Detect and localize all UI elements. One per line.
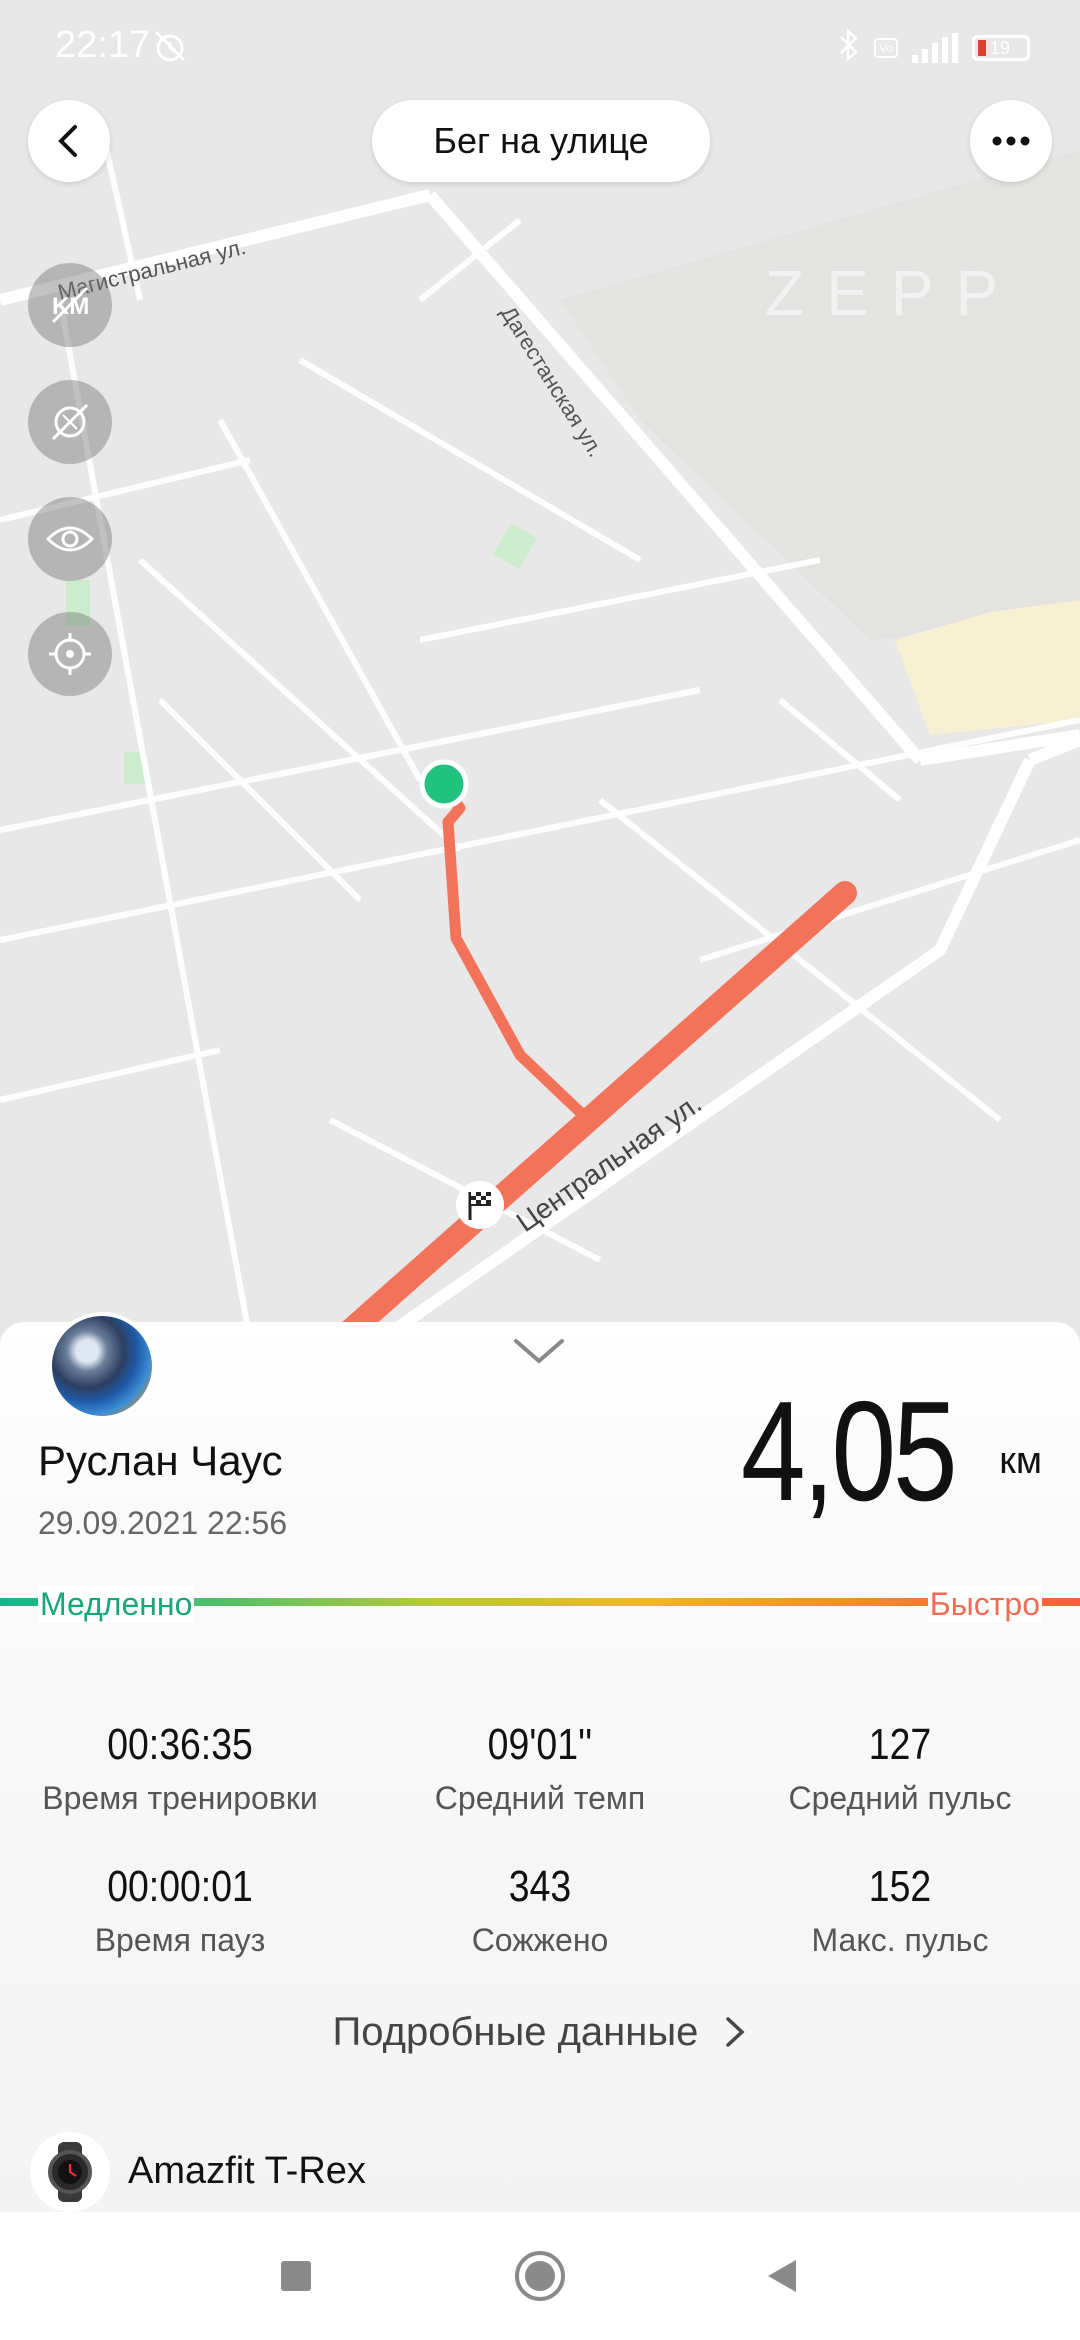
stat-label: Средний пульс — [788, 1780, 1012, 1816]
details-link-label: Подробные данные — [332, 2010, 699, 2054]
start-marker — [419, 759, 469, 809]
details-link[interactable]: Подробные данные — [0, 2010, 1080, 2055]
distance-value: 4,05 — [740, 1372, 957, 1531]
activity-title[interactable]: Бег на улице — [372, 100, 710, 182]
square-icon — [281, 2261, 311, 2291]
stat-calories: 343 Сожжено — [360, 1862, 720, 1959]
locate-button[interactable] — [28, 612, 112, 696]
stat-max-heart-rate: 152 Макс. пульс — [720, 1862, 1080, 1959]
stat-value: 152 — [868, 1862, 932, 1911]
avatar[interactable] — [48, 1312, 156, 1420]
more-icon — [992, 136, 1030, 146]
bluetooth-icon — [838, 28, 860, 68]
stat-label: Время пауз — [94, 1922, 266, 1958]
stat-avg-pace: 09'01'' Средний темп — [360, 1720, 720, 1817]
signal-icon — [912, 33, 958, 63]
finish-flag-icon — [456, 1181, 504, 1229]
collapse-chevron-icon[interactable] — [512, 1335, 566, 1370]
stat-value: 00:36:35 — [107, 1720, 253, 1769]
crosshair-icon — [49, 633, 91, 675]
stat-workout-time: 00:36:35 Время тренировки — [0, 1720, 360, 1817]
pace-fast-label: Быстро — [927, 1586, 1042, 1623]
back-arrow-icon — [58, 125, 77, 157]
stat-avg-heart-rate: 127 Средний пульс — [720, 1720, 1080, 1817]
zepp-watermark: ZEPP — [765, 257, 1020, 329]
distance-unit: км — [999, 1440, 1042, 1482]
stat-label: Средний темп — [434, 1780, 646, 1816]
chevron-right-icon — [726, 2017, 746, 2047]
pace-slow-label: Медленно — [38, 1586, 195, 1623]
status-time: 22:17 — [55, 24, 151, 66]
recents-button[interactable] — [266, 2246, 326, 2306]
route-map[interactable]: Магистральная ул. Дагестанская ул. Центр… — [0, 0, 1080, 1340]
back-button[interactable] — [28, 100, 110, 182]
user-name: Руслан Чаус — [38, 1437, 283, 1484]
stat-value: 127 — [868, 1720, 932, 1769]
battery-level: 19 — [990, 37, 1011, 58]
triangle-back-icon — [768, 2260, 796, 2292]
stat-value: 09'01'' — [487, 1720, 593, 1769]
stat-label: Сожжено — [471, 1922, 609, 1958]
circle-icon — [515, 2251, 565, 2301]
visibility-toggle[interactable] — [28, 497, 112, 581]
eye-icon — [45, 526, 95, 552]
system-nav-bar — [0, 2212, 1080, 2340]
stat-label: Время тренировки — [42, 1780, 318, 1816]
status-bar: 22:17 Vo 19 — [0, 0, 1080, 96]
more-button[interactable] — [970, 100, 1052, 182]
alarm-off-icon — [150, 26, 190, 71]
home-button[interactable] — [510, 2246, 570, 2306]
km-off-icon: KM — [51, 286, 89, 324]
device-row[interactable]: Amazfit T-Rex — [0, 2120, 1080, 2212]
stat-value: 00:00:01 — [107, 1862, 253, 1911]
stat-pause-time: 00:00:01 Время пауз — [0, 1862, 360, 1959]
battery-icon: 19 — [972, 35, 1030, 61]
back-nav-button[interactable] — [752, 2246, 812, 2306]
pace-off-icon — [51, 403, 89, 441]
workout-date: 29.09.2021 22:56 — [38, 1505, 288, 1541]
volte-icon: Vo — [873, 38, 898, 58]
stat-value: 343 — [508, 1862, 572, 1911]
km-markers-toggle[interactable]: KM — [28, 263, 112, 347]
pace-map-toggle[interactable] — [28, 380, 112, 464]
stat-label: Макс. пульс — [811, 1922, 989, 1958]
watch-icon — [30, 2132, 110, 2212]
device-name: Amazfit T-Rex — [128, 2150, 366, 2192]
